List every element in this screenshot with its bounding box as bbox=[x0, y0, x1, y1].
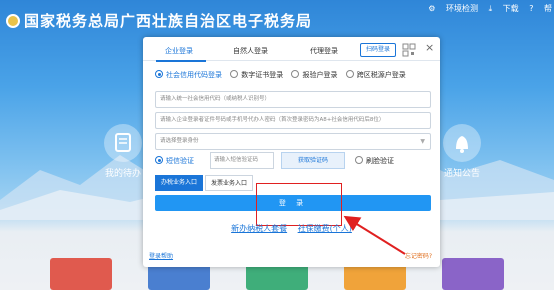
close-icon[interactable]: × bbox=[425, 42, 434, 54]
bell-icon bbox=[443, 124, 481, 162]
help-link[interactable]: ? 帮 bbox=[529, 4, 552, 13]
tax-emblem-icon bbox=[6, 14, 20, 28]
todo-icon bbox=[104, 124, 142, 162]
quick-links: 新办纳税人套餐 社保缴费(个人) bbox=[143, 223, 440, 234]
sms-verify-label: 短信验证 bbox=[166, 157, 194, 165]
sms-verify-option[interactable]: 短信验证 bbox=[155, 156, 194, 166]
service-card[interactable] bbox=[50, 258, 112, 290]
annotation-highlight-box bbox=[256, 183, 342, 226]
identity-select[interactable]: 请选择登录身份 ▼ bbox=[155, 133, 431, 150]
todo-tile[interactable]: 我的待办 bbox=[104, 124, 142, 179]
radio-selected-icon bbox=[155, 70, 163, 78]
radio-icon bbox=[230, 70, 239, 78]
radio-icon bbox=[355, 156, 363, 164]
qr-code-icon[interactable] bbox=[402, 43, 416, 57]
active-tab-indicator bbox=[156, 60, 206, 62]
login-modal: 企业登录 自然人登录 代理登录 扫码登录 × 社会信用代码登录 数字证书登录 报… bbox=[143, 37, 440, 267]
tab-enterprise-login[interactable]: 企业登录 bbox=[165, 46, 193, 56]
option-label: 社会信用代码登录 bbox=[166, 71, 222, 79]
social-insurance-link[interactable]: 社保缴费(个人) bbox=[298, 224, 352, 233]
option-certificate[interactable]: 数字证书登录 bbox=[230, 70, 284, 79]
top-links: ⚙ 环境检测 ⤓ 下载 ? 帮 bbox=[420, 3, 552, 14]
env-check-label: 环境检测 bbox=[446, 4, 479, 13]
help-label: 帮 bbox=[544, 4, 552, 13]
download-link[interactable]: ⤓ 下载 bbox=[489, 4, 519, 13]
notice-label: 通知公告 bbox=[443, 169, 480, 179]
download-label: 下载 bbox=[502, 4, 519, 13]
site-title: 国家税务总局广西壮族自治区电子税务局 bbox=[6, 10, 312, 31]
site-title-text: 国家税务总局广西壮族自治区电子税务局 bbox=[24, 12, 313, 30]
option-label: 跨区税源户登录 bbox=[356, 71, 406, 79]
radio-selected-icon bbox=[155, 156, 163, 164]
face-verify-option[interactable]: 刷脸验证 bbox=[355, 156, 394, 166]
tab-person-login[interactable]: 自然人登录 bbox=[233, 46, 268, 56]
option-report[interactable]: 报验户登录 bbox=[291, 70, 338, 79]
tab-agent-login[interactable]: 代理登录 bbox=[310, 46, 338, 56]
sms-code-input[interactable]: 请输入短信验证码 bbox=[210, 152, 274, 169]
login-help-link[interactable]: 登录帮助 bbox=[149, 251, 173, 260]
scan-login-button[interactable]: 扫码登录 bbox=[360, 43, 396, 57]
forgot-password-link[interactable]: 忘记密码? bbox=[405, 251, 432, 260]
chevron-down-icon: ▼ bbox=[420, 138, 425, 145]
option-credit-code[interactable]: 社会信用代码登录 bbox=[155, 70, 222, 79]
identity-select-value: 请选择登录身份 bbox=[160, 138, 199, 144]
option-cross-region[interactable]: 跨区税源户登录 bbox=[345, 70, 406, 79]
invoice-business-entry[interactable]: 发票业务入口 bbox=[205, 175, 253, 191]
login-method-options: 社会信用代码登录 数字证书登录 报验户登录 跨区税源户登录 bbox=[155, 70, 412, 80]
new-taxpayer-link[interactable]: 新办纳税人套餐 bbox=[231, 224, 287, 233]
option-label: 数字证书登录 bbox=[241, 71, 284, 79]
tax-business-entry[interactable]: 办税业务入口 bbox=[155, 175, 203, 191]
notice-tile[interactable]: 通知公告 bbox=[443, 124, 481, 179]
credit-code-input[interactable]: 请输入统一社会信用代码（或纳税人识别号） bbox=[155, 91, 431, 108]
login-tabs: 企业登录 自然人登录 代理登录 扫码登录 × bbox=[143, 37, 440, 62]
password-input[interactable]: 请输入企业登录者证件号码或手机号代办人密码（首次登录密码为A8+社会信用代码后8… bbox=[155, 112, 431, 129]
get-code-button[interactable]: 获取验证码 bbox=[281, 152, 345, 169]
face-verify-label: 刷脸验证 bbox=[366, 157, 394, 165]
service-card[interactable] bbox=[442, 258, 504, 290]
env-check-link[interactable]: ⚙ 环境检测 bbox=[428, 4, 478, 13]
sms-verify-row: 短信验证 请输入短信验证码 获取验证码 刷脸验证 bbox=[155, 152, 431, 170]
todo-label: 我的待办 bbox=[104, 169, 141, 179]
radio-icon bbox=[345, 70, 354, 78]
option-label: 报验户登录 bbox=[302, 71, 338, 79]
radio-icon bbox=[291, 70, 300, 78]
